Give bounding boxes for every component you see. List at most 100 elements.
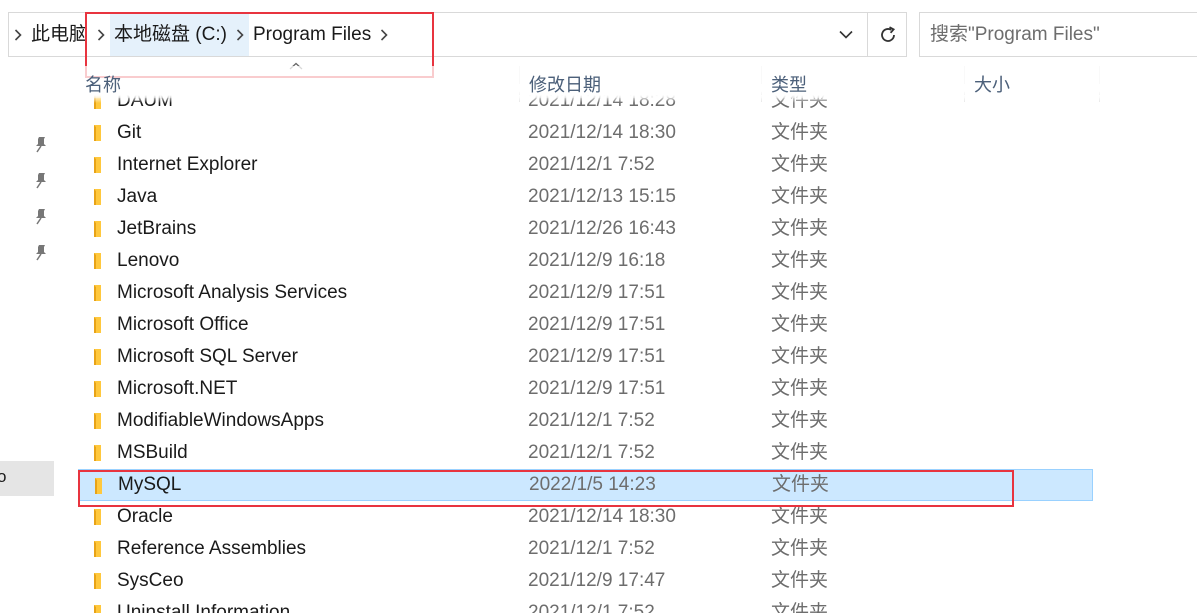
folder-icon <box>94 605 101 613</box>
file-modified: 2021/12/9 17:51 <box>528 282 666 303</box>
file-modified: 2021/12/1 7:52 <box>528 538 655 559</box>
file-modified: 2021/12/14 18:30 <box>528 506 676 527</box>
folder-icon <box>94 573 101 589</box>
file-modified: 2021/12/1 7:52 <box>528 442 655 463</box>
file-modified: 2021/12/9 17:51 <box>528 346 666 367</box>
chevron-right-icon[interactable] <box>230 13 249 56</box>
column-name-label: 名称 <box>85 75 121 95</box>
file-name: JetBrains <box>117 218 197 239</box>
folder-icon <box>94 381 101 397</box>
chevron-right-icon[interactable] <box>375 13 393 56</box>
file-row[interactable]: JetBrains 2021/12/26 16:43 文件夹 <box>78 213 1093 245</box>
file-list: DAUM 2021/12/14 18:28 文件夹 Git 2021/12/14… <box>0 95 1197 613</box>
file-type: 文件夹 <box>771 346 829 367</box>
file-name: Microsoft Analysis Services <box>117 282 348 303</box>
refresh-icon <box>881 25 896 42</box>
chevron-down-icon <box>839 30 853 39</box>
file-name: Microsoft Office <box>117 314 249 335</box>
file-type: 文件夹 <box>771 570 829 591</box>
file-type: 文件夹 <box>771 250 829 271</box>
column-modified-label: 修改日期 <box>529 75 601 95</box>
search-box[interactable] <box>919 12 1197 57</box>
file-name: Oracle <box>117 506 173 527</box>
file-row[interactable]: MSBuild 2021/12/1 7:52 文件夹 <box>78 437 1093 469</box>
file-name: SysCeo <box>117 570 184 591</box>
folder-icon <box>94 285 101 301</box>
file-type: 文件夹 <box>771 186 829 207</box>
file-row[interactable]: SysCeo 2021/12/9 17:47 文件夹 <box>78 565 1093 597</box>
folder-icon <box>95 478 102 494</box>
file-type: 文件夹 <box>771 314 829 335</box>
file-row-selected[interactable]: MySQL 2022/1/5 14:23 文件夹 <box>78 469 1093 501</box>
file-name: Internet Explorer <box>117 154 258 175</box>
file-name: ModifiableWindowsApps <box>117 410 324 431</box>
file-type: 文件夹 <box>771 410 829 431</box>
file-name: Microsoft SQL Server <box>117 346 298 367</box>
file-type: 文件夹 <box>771 506 829 527</box>
file-type: 文件夹 <box>771 154 829 175</box>
file-row[interactable]: Microsoft.NET 2021/12/9 17:51 文件夹 <box>78 373 1093 405</box>
file-row[interactable]: Microsoft Office 2021/12/9 17:51 文件夹 <box>78 309 1093 341</box>
file-type: 文件夹 <box>771 442 829 463</box>
file-modified: 2021/12/13 15:15 <box>528 186 676 207</box>
folder-icon <box>94 125 101 141</box>
file-name: Lenovo <box>117 250 180 271</box>
file-name: MSBuild <box>117 442 188 463</box>
folder-icon <box>94 509 101 525</box>
file-row[interactable]: Java 2021/12/13 15:15 文件夹 <box>78 181 1093 213</box>
file-name: Java <box>117 186 158 207</box>
file-type: 文件夹 <box>771 538 829 559</box>
file-name: Microsoft.NET <box>117 378 238 399</box>
file-modified: 2021/12/26 16:43 <box>528 218 676 239</box>
file-modified: 2021/12/14 18:30 <box>528 122 676 143</box>
address-bar[interactable]: 此电脑 本地磁盘 (C:) Program Files <box>8 12 907 57</box>
file-type: 文件夹 <box>771 602 829 613</box>
file-name: Git <box>117 122 142 143</box>
file-row[interactable]: Oracle 2021/12/14 18:30 文件夹 <box>78 501 1093 533</box>
search-input[interactable] <box>920 13 1197 56</box>
column-type-label: 类型 <box>771 75 807 95</box>
file-row[interactable]: Uninstall Information 2021/12/1 7:52 文件夹 <box>78 597 1093 613</box>
breadcrumb-program-files[interactable]: Program Files <box>249 13 375 56</box>
file-modified: 2021/12/1 7:52 <box>528 154 655 175</box>
file-row[interactable]: Reference Assemblies 2021/12/1 7:52 文件夹 <box>78 533 1093 565</box>
folder-icon <box>94 157 101 173</box>
file-type: 文件夹 <box>771 122 829 143</box>
file-row[interactable]: ModifiableWindowsApps 2021/12/1 7:52 文件夹 <box>78 405 1093 437</box>
chevron-right-icon[interactable] <box>9 13 27 56</box>
folder-icon <box>94 349 101 365</box>
breadcrumb-local-disk[interactable]: 本地磁盘 (C:) <box>110 13 231 56</box>
file-modified: 2021/12/9 16:18 <box>528 250 666 271</box>
folder-icon <box>94 253 101 269</box>
file-type: 文件夹 <box>772 474 830 495</box>
file-modified: 2021/12/9 17:51 <box>528 314 666 335</box>
column-size-label: 大小 <box>974 75 1010 95</box>
folder-icon <box>94 221 101 237</box>
file-modified: 2021/12/9 17:47 <box>528 570 666 591</box>
file-name: Reference Assemblies <box>117 538 307 559</box>
refresh-button[interactable] <box>867 13 908 56</box>
file-row[interactable]: Microsoft SQL Server 2021/12/9 17:51 文件夹 <box>78 341 1093 373</box>
file-modified: 2021/12/1 7:52 <box>528 602 655 613</box>
folder-icon <box>94 541 101 557</box>
folder-icon <box>94 413 101 429</box>
file-row[interactable]: Internet Explorer 2021/12/1 7:52 文件夹 <box>78 149 1093 181</box>
file-row[interactable]: Microsoft Analysis Services 2021/12/9 17… <box>78 277 1093 309</box>
file-name: MySQL <box>118 474 182 495</box>
file-row[interactable]: Git 2021/12/14 18:30 文件夹 <box>78 117 1093 149</box>
folder-icon <box>94 189 101 205</box>
breadcrumb-this-pc[interactable]: 此电脑 <box>27 13 92 56</box>
address-history-button[interactable] <box>827 13 865 56</box>
folder-icon <box>94 445 101 461</box>
file-name: Uninstall Information <box>117 602 291 613</box>
file-type: 文件夹 <box>771 378 829 399</box>
column-header-labels: 名称 修改日期 类型 大小 <box>76 66 1106 102</box>
file-row[interactable]: Lenovo 2021/12/9 16:18 文件夹 <box>78 245 1093 277</box>
chevron-right-icon[interactable] <box>92 13 110 56</box>
breadcrumb: 此电脑 本地磁盘 (C:) Program Files <box>9 13 393 56</box>
file-type: 文件夹 <box>771 282 829 303</box>
file-type: 文件夹 <box>771 218 829 239</box>
file-modified: 2021/12/1 7:52 <box>528 410 655 431</box>
file-modified: 2021/12/9 17:51 <box>528 378 666 399</box>
file-modified: 2022/1/5 14:23 <box>529 474 656 495</box>
